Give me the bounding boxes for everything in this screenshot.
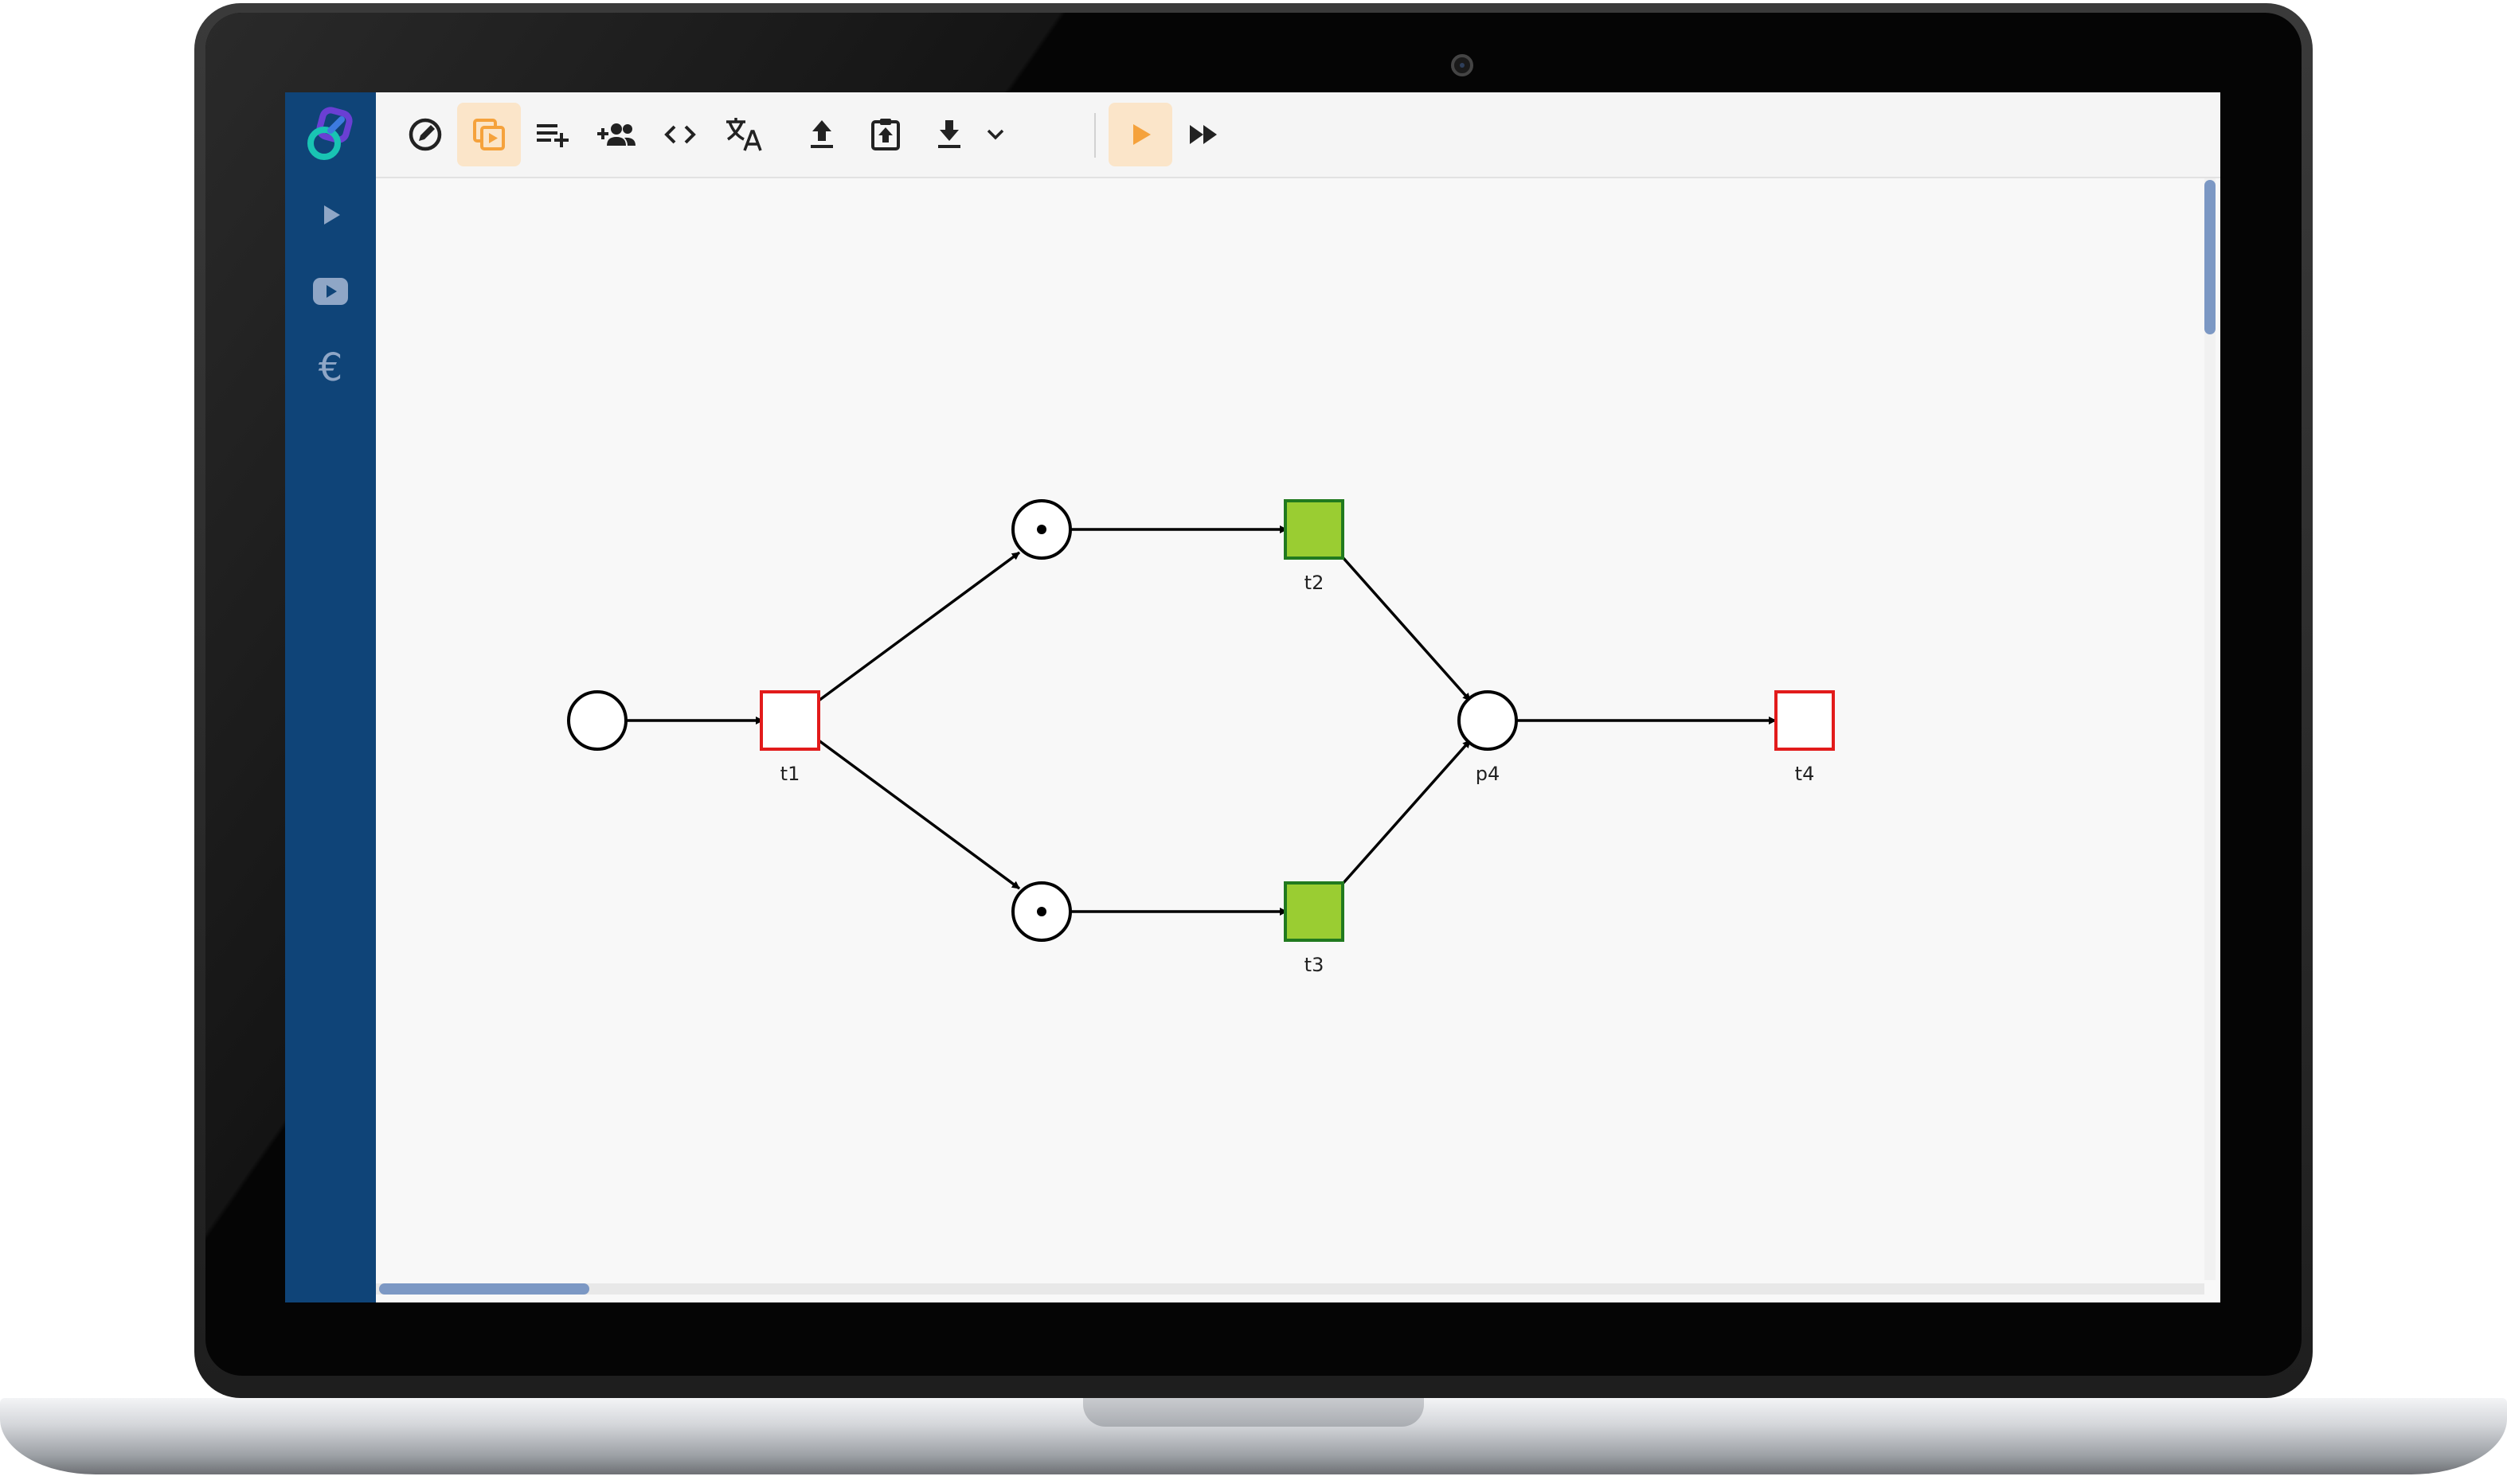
fast-forward-button[interactable] — [1172, 103, 1236, 166]
playlist-add-icon — [534, 115, 572, 154]
toolbar-separator — [1094, 113, 1096, 158]
youtube-icon — [313, 278, 348, 305]
place-p4-label: p4 — [1476, 763, 1500, 785]
place-p4[interactable] — [1457, 690, 1518, 751]
sidebar: € — [285, 92, 376, 1302]
simulate-copy-button[interactable] — [457, 103, 521, 166]
run-button[interactable] — [1109, 103, 1172, 166]
simulate-copy-icon — [470, 115, 508, 154]
chevron-down-icon — [983, 122, 1008, 147]
clipboard-upload-button[interactable] — [854, 103, 917, 166]
edit-button[interactable] — [393, 103, 457, 166]
vertical-scrollbar-thumb[interactable] — [2204, 180, 2216, 334]
sidebar-item-video[interactable] — [299, 260, 362, 323]
download-icon — [930, 115, 968, 154]
translate-icon — [723, 114, 765, 155]
sidebar-item-play[interactable] — [299, 183, 362, 247]
transition-t1[interactable] — [760, 690, 820, 751]
transition-t2[interactable] — [1284, 499, 1344, 560]
transition-t3-label: t3 — [1304, 954, 1324, 976]
upload-button[interactable] — [790, 103, 854, 166]
arc-t2-p4[interactable] — [1341, 556, 1472, 702]
translate-button[interactable] — [712, 103, 776, 166]
token-p2 — [1037, 525, 1046, 534]
add-people-button[interactable] — [585, 103, 648, 166]
arc-t1-p2[interactable] — [817, 551, 1021, 702]
horizontal-scrollbar-thumb[interactable] — [379, 1283, 589, 1295]
run-icon — [1124, 119, 1156, 150]
play-icon — [318, 202, 343, 228]
transition-t4-label: t4 — [1795, 763, 1815, 785]
laptop-notch — [1083, 1398, 1424, 1427]
edit-icon — [406, 115, 444, 154]
code-button[interactable] — [648, 103, 712, 166]
arc-t3-p4[interactable] — [1341, 739, 1472, 885]
code-icon — [661, 115, 699, 154]
upload-icon — [803, 115, 841, 154]
app-screen: € p4 t1 t2 t3 t4 — [285, 92, 2220, 1302]
playlist-add-button[interactable] — [521, 103, 585, 166]
transition-t4[interactable] — [1774, 690, 1835, 751]
download-options-dropdown[interactable] — [972, 103, 1019, 166]
camera-icon — [1451, 54, 1473, 76]
transition-t2-label: t2 — [1304, 572, 1324, 594]
linked-rings-logo[interactable] — [299, 103, 362, 167]
petri-net-canvas[interactable]: p4 t1 t2 t3 t4 — [376, 178, 2196, 1280]
transition-t3[interactable] — [1284, 881, 1344, 942]
fast-forward-icon — [1187, 119, 1222, 150]
place-p1[interactable] — [567, 690, 628, 751]
clipboard-upload-icon — [866, 115, 905, 154]
transition-t1-label: t1 — [780, 763, 800, 785]
horizontal-scrollbar-track[interactable] — [376, 1283, 2204, 1295]
euro-icon: € — [318, 346, 343, 390]
sidebar-item-euro[interactable]: € — [299, 336, 362, 400]
add-people-icon — [596, 115, 637, 154]
arc-t1-p3[interactable] — [817, 739, 1021, 890]
token-p3 — [1037, 907, 1046, 916]
vertical-scrollbar-track[interactable] — [2204, 178, 2216, 1280]
toolbar — [376, 92, 2220, 178]
